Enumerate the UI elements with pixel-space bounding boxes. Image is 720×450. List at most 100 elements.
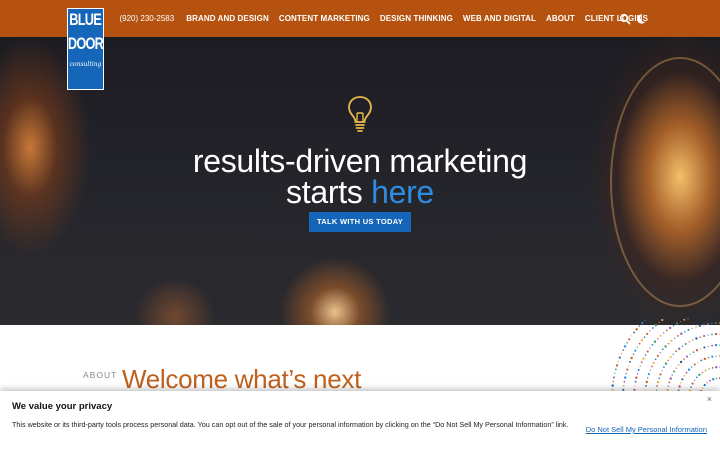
decorative-dot bbox=[701, 387, 704, 389]
decorative-dot bbox=[647, 373, 650, 376]
decorative-dot bbox=[680, 321, 682, 323]
decorative-dot bbox=[649, 369, 651, 371]
decorative-dot bbox=[668, 326, 672, 330]
decorative-dot bbox=[661, 370, 663, 372]
decorative-dot bbox=[631, 335, 633, 337]
decorative-dot bbox=[703, 334, 706, 338]
decorative-dot bbox=[684, 342, 687, 346]
nav-item-content-marketing[interactable]: CONTENT MARKETING bbox=[279, 14, 370, 23]
decorative-dot bbox=[675, 350, 678, 353]
decorative-dot bbox=[670, 339, 673, 342]
decorative-dot bbox=[664, 362, 668, 365]
decorative-dot bbox=[625, 372, 627, 375]
decorative-dot bbox=[651, 343, 654, 346]
decorative-dot bbox=[672, 324, 675, 327]
decorative-dot bbox=[699, 336, 701, 338]
decorative-dot bbox=[667, 385, 669, 387]
do-not-sell-link[interactable]: Do Not Sell My Personal Information bbox=[586, 425, 707, 434]
decorative-dot bbox=[652, 361, 655, 365]
lightbulb-icon bbox=[347, 95, 373, 133]
decorative-dot bbox=[669, 356, 672, 359]
decorative-dot bbox=[657, 337, 659, 340]
close-icon[interactable]: × bbox=[707, 394, 712, 404]
decorative-dot bbox=[665, 329, 668, 332]
decorative-dot bbox=[624, 376, 627, 379]
hero-section: results-driven marketing starts here TAL… bbox=[0, 37, 720, 325]
decorative-dot bbox=[638, 342, 641, 345]
decorative-dot bbox=[678, 347, 681, 350]
about-section-label: ABOUT bbox=[83, 370, 118, 380]
decorative-dot bbox=[711, 322, 713, 324]
decorative-dot bbox=[691, 327, 693, 329]
decorative-dot bbox=[641, 322, 644, 325]
decorative-dot bbox=[653, 340, 657, 343]
decorative-dot bbox=[679, 360, 683, 364]
decorative-dot bbox=[637, 368, 640, 371]
decorative-dot bbox=[612, 380, 615, 383]
decorative-dot bbox=[709, 379, 711, 382]
hero-headline-plain: starts bbox=[286, 174, 372, 210]
decorative-dot bbox=[708, 368, 710, 370]
decorative-dot bbox=[646, 350, 649, 353]
decorative-dot bbox=[714, 332, 718, 336]
decorative-dot bbox=[707, 334, 709, 336]
decorative-dot bbox=[646, 377, 649, 379]
decorative-dot bbox=[659, 352, 661, 354]
decorative-dot bbox=[617, 360, 620, 363]
phone-link[interactable]: (920) 230-2583 bbox=[119, 14, 174, 23]
decorative-dot bbox=[661, 318, 664, 322]
site-logo[interactable]: BLUE DOOR consulting bbox=[67, 8, 104, 90]
decorative-dot bbox=[620, 353, 622, 355]
nav-item-design-thinking[interactable]: DESIGN THINKING bbox=[380, 14, 453, 23]
decorative-dot bbox=[703, 357, 706, 360]
decorative-dot bbox=[693, 363, 696, 366]
decorative-dot bbox=[656, 385, 658, 387]
decorative-dot bbox=[632, 353, 635, 356]
decorative-dot bbox=[654, 324, 658, 327]
decorative-dot bbox=[635, 376, 638, 379]
decorative-dot bbox=[674, 337, 676, 339]
nav-item-web-and-digital[interactable]: WEB AND DIGITAL bbox=[463, 14, 536, 23]
site-header: (920) 230-2583 BRAND AND DESIGN CONTENT … bbox=[0, 0, 720, 37]
decorative-dot bbox=[715, 366, 718, 369]
search-icon[interactable] bbox=[619, 12, 631, 25]
decorative-dot bbox=[656, 354, 659, 357]
privacy-text: This website or its third-party tools pr… bbox=[12, 420, 569, 429]
privacy-banner: We value your privacy This website or it… bbox=[0, 391, 720, 450]
decorative-dot bbox=[712, 378, 715, 381]
talk-with-us-button[interactable]: TALK WITH US TODAY bbox=[309, 212, 411, 232]
nav-item-about[interactable]: ABOUT bbox=[546, 14, 575, 23]
decorative-dot bbox=[686, 318, 690, 320]
decorative-dot bbox=[714, 343, 718, 347]
decorative-dot bbox=[627, 365, 630, 367]
decorative-dot bbox=[640, 361, 643, 364]
decorative-dot bbox=[634, 385, 636, 387]
decorative-dot bbox=[646, 332, 649, 335]
logo-word-blue: BLUE bbox=[69, 10, 102, 29]
decorative-dot bbox=[664, 345, 667, 348]
hero-headline-line2: starts here bbox=[0, 174, 720, 211]
decorative-dot bbox=[672, 353, 674, 355]
dark-mode-moon-icon[interactable] bbox=[635, 12, 647, 24]
decorative-dot bbox=[706, 322, 709, 326]
decorative-dot bbox=[629, 360, 631, 363]
decorative-dot bbox=[645, 380, 648, 384]
decorative-dot bbox=[690, 366, 693, 368]
decorative-dot bbox=[618, 356, 621, 359]
logo-word-door: DOOR bbox=[67, 34, 104, 53]
decorative-dot bbox=[663, 366, 665, 369]
hero-headline-accent: here bbox=[371, 174, 434, 210]
decorative-dot bbox=[715, 322, 717, 324]
decorative-dot bbox=[623, 385, 625, 387]
nav-item-brand-and-design[interactable]: BRAND AND DESIGN bbox=[186, 14, 269, 23]
decorative-dot bbox=[612, 376, 616, 379]
decorative-dot bbox=[691, 339, 694, 341]
decorative-dot bbox=[711, 344, 713, 347]
decorative-dot bbox=[651, 365, 653, 368]
decorative-dot bbox=[684, 330, 686, 333]
decorative-dot bbox=[695, 349, 699, 352]
decorative-dot bbox=[654, 358, 657, 361]
decorative-dot bbox=[698, 324, 702, 327]
decorative-dot bbox=[695, 376, 698, 379]
decorative-dot bbox=[699, 347, 702, 350]
